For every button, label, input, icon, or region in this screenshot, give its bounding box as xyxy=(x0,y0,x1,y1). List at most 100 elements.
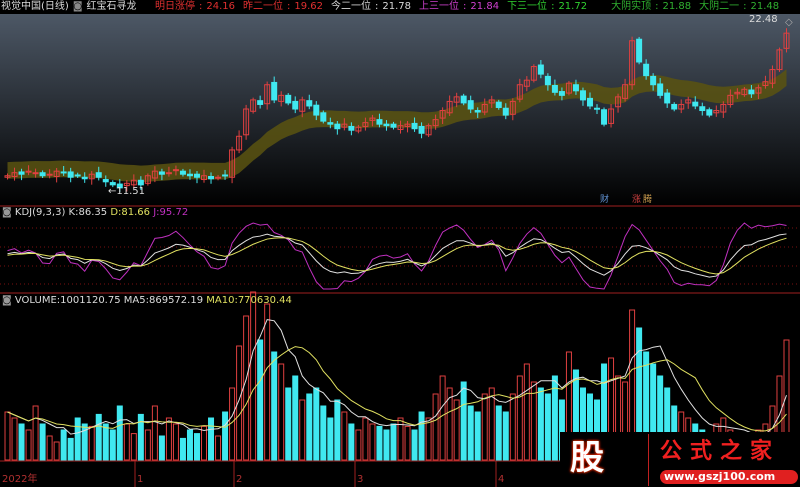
volume-bar xyxy=(179,437,186,461)
candle-body xyxy=(636,38,643,63)
ma5-label: MA5: xyxy=(123,295,149,306)
volume-bar xyxy=(74,417,81,461)
candle-body xyxy=(334,123,341,130)
volume-bar xyxy=(362,417,369,461)
volume-bar xyxy=(208,417,215,461)
indicator-name[interactable]: 红宝石寻龙 xyxy=(87,1,137,12)
volume-bar xyxy=(320,405,327,461)
volume-bar xyxy=(25,429,32,461)
volume-bar xyxy=(390,423,397,461)
candle-body xyxy=(748,89,755,95)
candle-body xyxy=(172,169,179,172)
volume-bar xyxy=(474,411,481,461)
k-value: 86.35 xyxy=(78,207,108,218)
volume-bar xyxy=(446,387,453,461)
time-label-jan: 1 xyxy=(137,474,144,485)
k-label: K: xyxy=(68,207,79,218)
volume-bar xyxy=(186,429,193,461)
item-value: 21.78 xyxy=(382,1,412,12)
volume-bar xyxy=(299,399,306,461)
volume-bar xyxy=(439,375,446,461)
volume-bar xyxy=(376,425,383,461)
logo-name: 公式之家 xyxy=(660,438,781,464)
colon: : xyxy=(551,1,555,12)
volume-bar xyxy=(53,441,60,461)
watermark-logo: 股 公式之家 www.gszj100.com xyxy=(560,432,800,487)
volume-bar xyxy=(502,411,509,461)
volume-bar xyxy=(467,405,474,461)
kdj-grid xyxy=(0,227,800,285)
item-value: 19.62 xyxy=(294,1,324,12)
volume-bar xyxy=(404,425,411,461)
kdj-k-line xyxy=(7,233,787,278)
item-label: 明日涨停 xyxy=(155,1,195,12)
candle-body xyxy=(74,174,81,177)
candle-body xyxy=(692,101,699,107)
volume-bar xyxy=(432,393,439,461)
item-value: 21.72 xyxy=(558,1,588,12)
volume-bar xyxy=(544,393,551,461)
candle-body xyxy=(39,172,46,177)
volume-bar xyxy=(425,417,432,461)
candle-body xyxy=(411,122,418,130)
colon: : xyxy=(463,1,467,12)
item-value: 21.88 xyxy=(662,1,692,12)
candle-body xyxy=(376,119,383,125)
collapse-icon[interactable]: ◙ xyxy=(2,207,12,218)
candle-body xyxy=(165,172,172,175)
volume-header: ◙ VOLUME:1001120.75 MA5:869572.19 MA10:7… xyxy=(2,295,292,307)
candle-body xyxy=(292,100,299,110)
time-label-year: 2022年 xyxy=(2,474,38,485)
volume-bar xyxy=(509,393,516,461)
candle-body xyxy=(706,109,713,116)
stock-title[interactable]: 视觉中国(日线) xyxy=(1,1,69,12)
candle-body xyxy=(137,179,144,186)
volume-bar xyxy=(95,413,102,461)
low-price-label: ←11.51 xyxy=(108,186,146,197)
volume-bar xyxy=(250,291,257,461)
candle-body xyxy=(193,173,200,178)
candle-body xyxy=(95,172,102,178)
volume-bar xyxy=(102,423,109,461)
dropdown-icon[interactable]: ◙ xyxy=(73,1,83,12)
candle-body xyxy=(285,94,292,104)
volume-bar xyxy=(257,339,264,461)
volume-bar xyxy=(39,423,46,461)
stock-chart[interactable] xyxy=(0,0,800,487)
marker-zhang[interactable]: 涨 xyxy=(632,194,641,206)
volume-bar xyxy=(481,393,488,461)
header-value-item: 大阴二一:21.48 xyxy=(699,1,783,12)
volume-bar xyxy=(292,375,299,461)
header-values: 明日涨停:24.16 昨二一位:19.62 今二一位:21.78 上三一位:21.84… xyxy=(155,1,787,13)
candle-body xyxy=(657,83,664,96)
volume-bar xyxy=(130,433,137,461)
candle-body xyxy=(81,176,88,180)
candle-body xyxy=(671,103,678,110)
collapse-icon[interactable]: ◙ xyxy=(2,295,12,306)
item-label: 今二一位 xyxy=(331,1,372,12)
volume-bar xyxy=(488,387,495,461)
ma5-value: 869572.19 xyxy=(148,295,204,306)
colon: : xyxy=(287,1,291,12)
candle-body xyxy=(67,171,74,178)
d-value: 81.66 xyxy=(121,207,151,218)
volume-bar xyxy=(109,429,116,461)
candle-body xyxy=(383,123,390,127)
volume-bar xyxy=(460,381,467,461)
low-price-value: 11.51 xyxy=(116,186,146,197)
volume-value: 1001120.75 xyxy=(60,295,121,306)
candle-body xyxy=(502,107,509,116)
item-label: 昨二一位 xyxy=(243,1,284,12)
item-value: 21.48 xyxy=(750,1,780,12)
candle-body xyxy=(467,100,474,110)
volume-bar xyxy=(88,425,95,461)
candle-body xyxy=(222,174,229,177)
volume-bar xyxy=(348,423,355,461)
candle-body xyxy=(664,92,671,104)
marker-teng[interactable]: 腾 xyxy=(643,194,652,206)
settings-diamond-icon[interactable]: ◇ xyxy=(785,17,793,29)
volume-bar xyxy=(46,435,53,461)
marker-cai[interactable]: 财 xyxy=(600,194,609,206)
volume-bar xyxy=(60,429,67,461)
candle-body xyxy=(699,106,706,112)
